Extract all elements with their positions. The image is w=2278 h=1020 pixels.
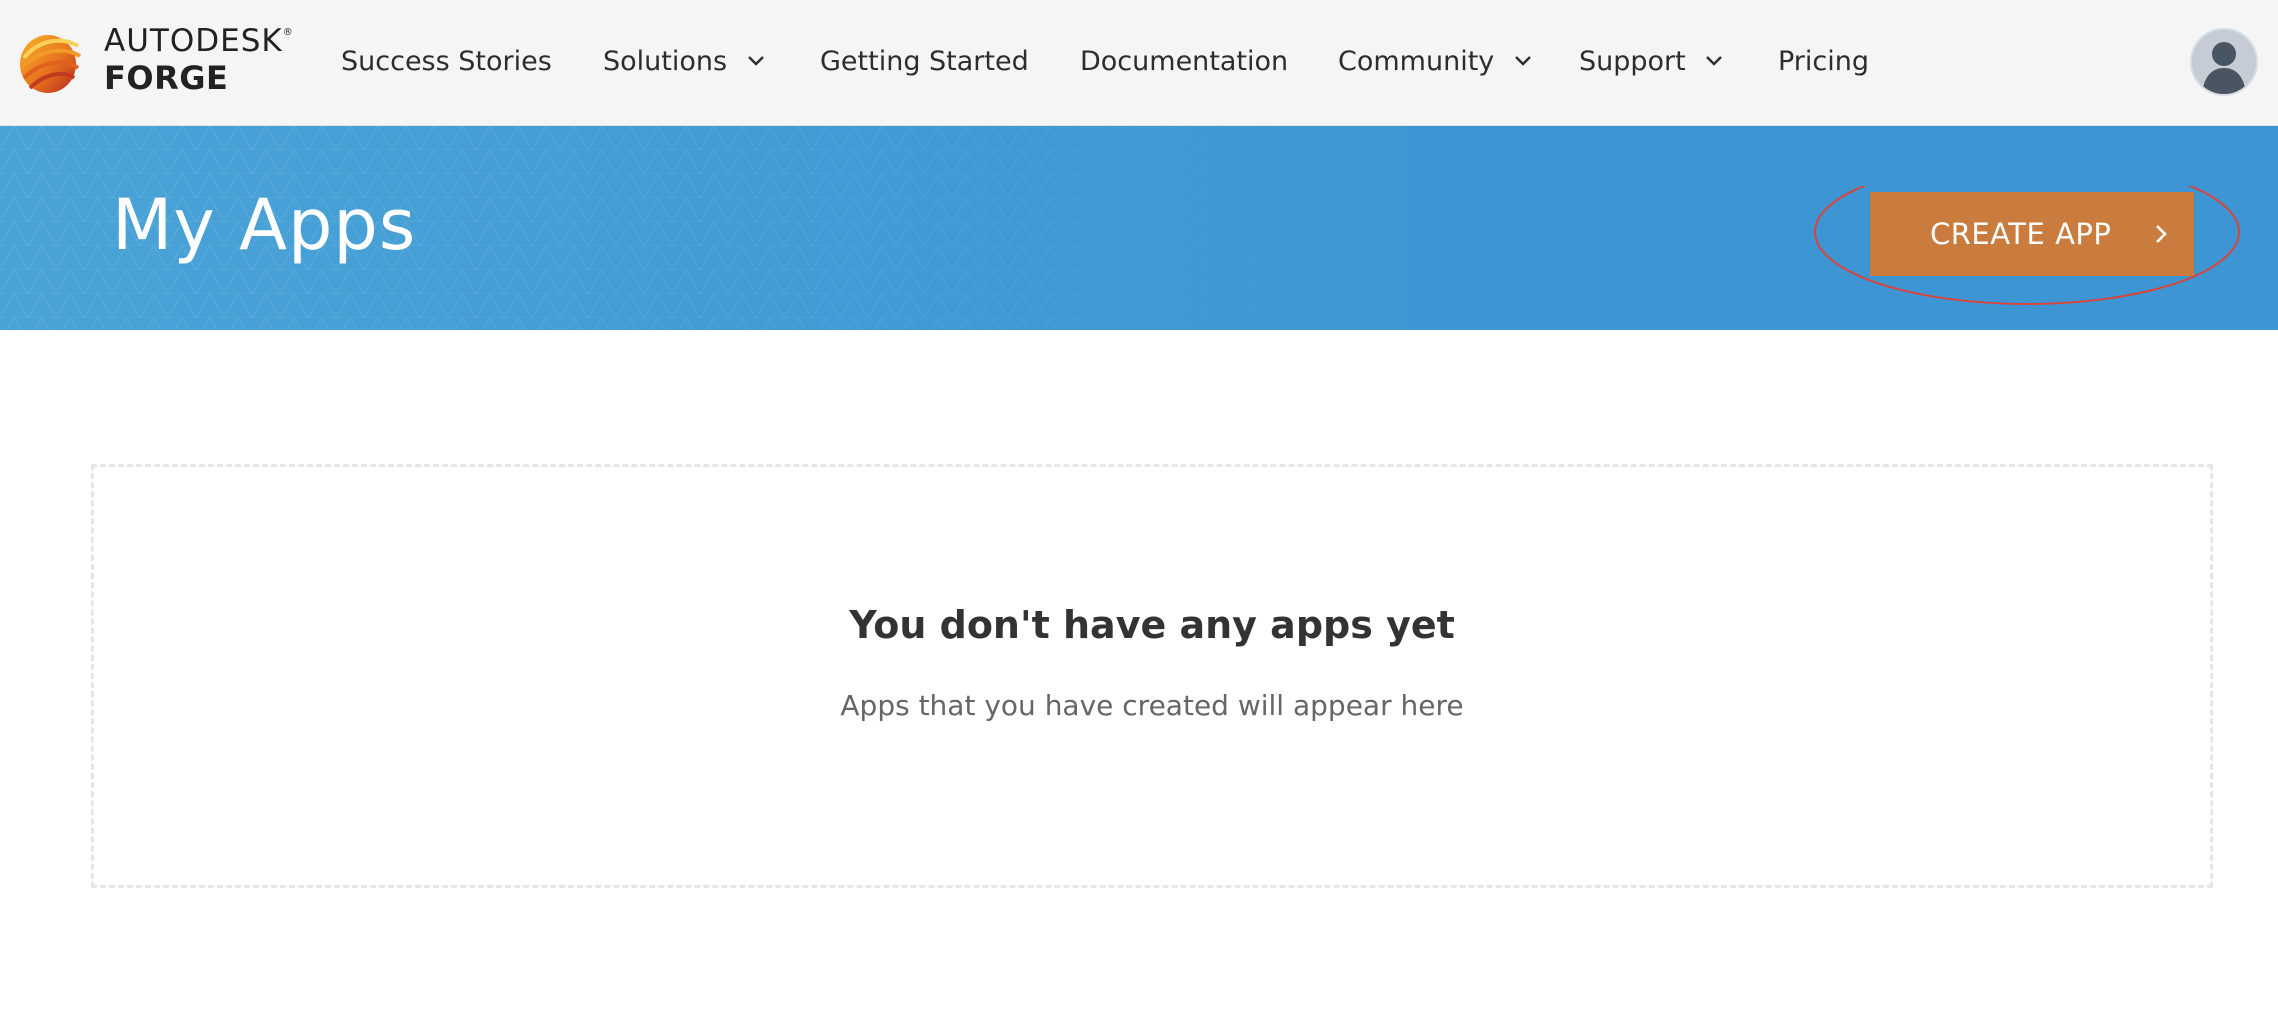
nav-label: Pricing xyxy=(1778,46,1870,77)
empty-apps-panel: You don't have any apps yet Apps that yo… xyxy=(91,464,2213,888)
user-avatar-icon xyxy=(2192,30,2256,94)
registered-mark: ® xyxy=(282,27,294,38)
nav-label: Success Stories xyxy=(341,46,552,77)
nav-label: Documentation xyxy=(1080,46,1289,77)
logo-wordmark: AUTODESK® FORGE xyxy=(104,23,294,97)
empty-state-title: You don't have any apps yet xyxy=(849,603,1455,647)
user-avatar[interactable] xyxy=(2190,28,2258,96)
nav-label: Getting Started xyxy=(820,46,1029,77)
chevron-down-icon xyxy=(747,55,764,66)
forge-logo-icon xyxy=(20,35,82,93)
nav-getting-started[interactable]: Getting Started xyxy=(820,42,1029,82)
nav-support[interactable]: Support xyxy=(1579,42,1724,82)
nav-label: Community xyxy=(1338,46,1495,77)
nav-label: Solutions xyxy=(603,46,728,77)
logo-forge-text: FORGE xyxy=(104,59,229,97)
chevron-down-icon xyxy=(1706,55,1723,66)
nav-success-stories[interactable]: Success Stories xyxy=(341,42,552,82)
nav-pricing[interactable]: Pricing xyxy=(1778,42,1869,82)
nav-solutions[interactable]: Solutions xyxy=(603,42,766,82)
nav-documentation[interactable]: Documentation xyxy=(1080,42,1288,82)
logo-autodesk-text: AUTODESK xyxy=(104,23,283,59)
top-navigation: AUTODESK® FORGE Success Stories Solution… xyxy=(0,0,2278,126)
autodesk-forge-logo[interactable]: AUTODESK® FORGE xyxy=(18,26,298,100)
page-title: My Apps xyxy=(112,184,417,266)
empty-state-subtitle: Apps that you have created will appear h… xyxy=(840,689,1464,722)
chevron-right-icon xyxy=(2156,225,2167,243)
create-app-button[interactable]: CREATE APP xyxy=(1870,192,2194,276)
nav-community[interactable]: Community xyxy=(1338,42,1533,82)
nav-label: Support xyxy=(1579,46,1686,77)
create-app-label: CREATE APP xyxy=(1930,217,2112,251)
page-banner: My Apps CREATE APP xyxy=(0,126,2278,330)
chevron-down-icon xyxy=(1515,55,1531,66)
